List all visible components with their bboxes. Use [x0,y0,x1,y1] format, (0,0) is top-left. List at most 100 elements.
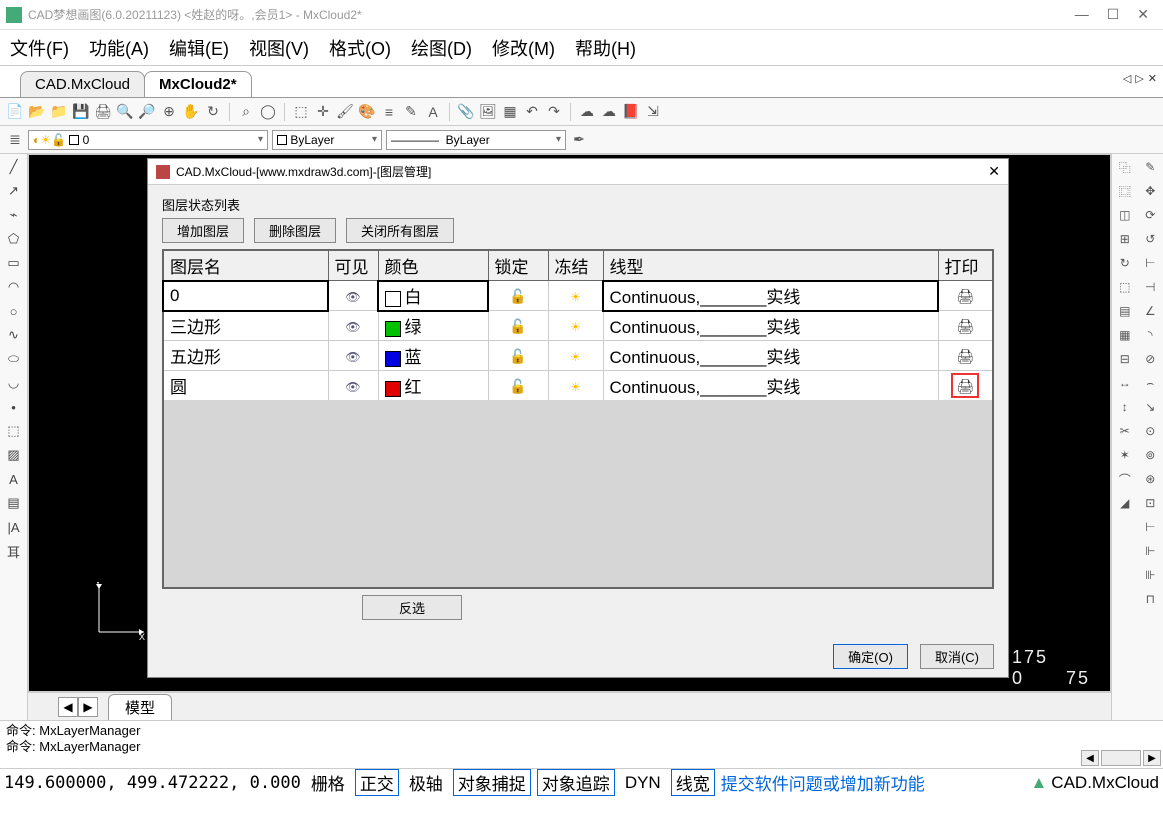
dialog-titlebar[interactable]: CAD.MxCloud-[www.mxdraw3d.com]-[图层管理] ✕ [148,159,1008,185]
layer-linetype-cell[interactable]: Continuous,_______实线 [603,341,938,371]
select-icon[interactable]: ⬚ [292,103,310,121]
dim-angular-icon[interactable]: ∠ [1141,302,1159,320]
paint-icon[interactable]: 🖌 [336,103,354,121]
color-select[interactable]: ByLayer▾ [272,130,382,150]
invert-selection-button[interactable]: 反选 [362,595,462,620]
pan-icon[interactable]: ✋ [182,103,200,121]
column-icon[interactable]: ⊓ [1141,590,1159,608]
copy-icon[interactable]: ⿻ [1116,158,1134,176]
feedback-link[interactable]: 提交软件问题或增加新功能 [721,770,925,795]
layer-color-cell[interactable]: 白 [378,281,488,311]
osnap-toggle[interactable]: 对象捕捉 [453,769,531,796]
polar-toggle[interactable]: 极轴 [405,770,447,795]
image-icon[interactable]: 🖼 [479,103,497,121]
palette-icon[interactable]: 🎨 [358,103,376,121]
col-visible[interactable]: 可见 [328,250,378,281]
ellipse-arc-icon[interactable]: ◡ [5,374,23,392]
layer-row[interactable]: 圆红Continuous,_______实线 [163,371,993,402]
hatch-icon[interactable]: ▨ [5,446,23,464]
layout-prev-icon[interactable]: ◀ [58,697,78,717]
cloud2-icon[interactable]: ☁ [600,103,618,121]
col-freeze[interactable]: 冻结 [548,250,603,281]
col-lock[interactable]: 锁定 [488,250,548,281]
grid-toggle[interactable]: 栅格 [307,770,349,795]
chamfer-icon[interactable]: ◢ [1116,494,1134,512]
scale-icon[interactable]: ↔ [1116,374,1134,392]
layers-icon[interactable]: ≡ [380,103,398,121]
maximize-button[interactable]: ☐ [1107,6,1120,23]
pdf-icon[interactable]: 📕 [622,103,640,121]
tab-scroll-left-icon[interactable]: ◁ [1123,72,1131,85]
tab-scroll-right-icon[interactable]: ▷ [1135,72,1143,85]
layer-color-cell[interactable]: 红 [378,371,488,402]
array-icon[interactable]: ⊞ [1116,230,1134,248]
col-print[interactable]: 打印 [938,250,993,281]
brush-icon[interactable]: ✎ [402,103,420,121]
rotate-icon[interactable]: ↻ [1116,254,1134,272]
erase-icon[interactable]: ✎ [1141,158,1159,176]
layer-select[interactable]: ◐☀🔓 0▾ [28,130,268,150]
line-icon[interactable]: ╱ [5,158,23,176]
layer-name-cell[interactable]: 三边形 [163,311,328,341]
arc-icon[interactable]: ◠ [5,278,23,296]
menu-help[interactable]: 帮助(H) [575,35,636,61]
undo-icon[interactable]: ↶ [523,103,541,121]
cloud-icon[interactable]: ☁ [578,103,596,121]
layer-color-cell[interactable]: 蓝 [378,341,488,371]
insert-icon[interactable]: 耳 [5,542,23,560]
attach-icon[interactable]: 📎 [457,103,475,121]
layer-print-cell[interactable] [938,371,993,402]
layer-name-cell[interactable]: 0 [163,281,328,311]
dim-radius-icon[interactable]: ◝ [1141,326,1159,344]
dim-ord-icon[interactable]: ⊢ [1141,518,1159,536]
add-layer-button[interactable]: 增加图层 [162,218,244,243]
tab-close-icon[interactable]: ✕ [1148,72,1157,85]
layer-row[interactable]: 0白Continuous,_______实线 [163,281,993,311]
model-tab[interactable]: 模型 [108,694,172,720]
zoom-window-icon[interactable]: ⌕ [237,103,255,121]
minimize-button[interactable]: — [1075,6,1089,23]
find-icon[interactable]: 🔍 [116,103,134,121]
table-icon[interactable]: ▦ [501,103,519,121]
layer-visible-cell[interactable] [328,311,378,341]
dashed-rect-icon[interactable]: ⬚ [1116,278,1134,296]
menu-format[interactable]: 格式(O) [329,35,391,61]
zoom-in-icon[interactable]: 🔎 [138,103,156,121]
otrack-toggle[interactable]: 对象追踪 [537,769,615,796]
layer-visible-cell[interactable] [328,341,378,371]
layer-print-cell[interactable] [938,281,993,311]
menu-file[interactable]: 文件(F) [10,35,69,61]
print-icon[interactable]: 🖨 [94,103,112,121]
layer-freeze-cell[interactable] [548,371,603,402]
snap3-icon[interactable]: ⊛ [1141,470,1159,488]
col-color[interactable]: 颜色 [378,250,488,281]
layer-name-cell[interactable]: 五边形 [163,341,328,371]
dim-arc-icon[interactable]: ⌢ [1141,374,1159,392]
dim-linear-icon[interactable]: ⊢ [1141,254,1159,272]
lwt-toggle[interactable]: 线宽 [671,769,715,796]
layer-lock-cell[interactable] [488,371,548,402]
leader-icon[interactable]: ↘ [1141,398,1159,416]
dialog-close-icon[interactable]: ✕ [988,163,1000,180]
layer-print-cell[interactable] [938,311,993,341]
menu-function[interactable]: 功能(A) [89,35,149,61]
zoom-all-icon[interactable]: ⊕ [160,103,178,121]
polyline-icon[interactable]: ⌁ [5,206,23,224]
layer-lock-cell[interactable] [488,311,548,341]
layer-freeze-cell[interactable] [548,341,603,371]
rect-icon[interactable]: ▭ [5,254,23,272]
layer-freeze-cell[interactable] [548,311,603,341]
open-icon[interactable]: 📂 [28,103,46,121]
ortho-toggle[interactable]: 正交 [355,769,399,796]
menu-modify[interactable]: 修改(M) [492,35,555,61]
dimtext-icon[interactable]: |A [5,518,23,536]
rotate2-icon[interactable]: ⟳ [1141,206,1159,224]
close-all-layers-button[interactable]: 关闭所有图层 [346,218,454,243]
layer-print-cell[interactable] [938,341,993,371]
regen-icon[interactable]: ↻ [204,103,222,121]
dim-aligned-icon[interactable]: ⊣ [1141,278,1159,296]
menu-edit[interactable]: 编辑(E) [169,35,229,61]
move2-icon[interactable]: ✥ [1141,182,1159,200]
redo-icon[interactable]: ↷ [545,103,563,121]
zoom-extents-icon[interactable]: ◯ [259,103,277,121]
